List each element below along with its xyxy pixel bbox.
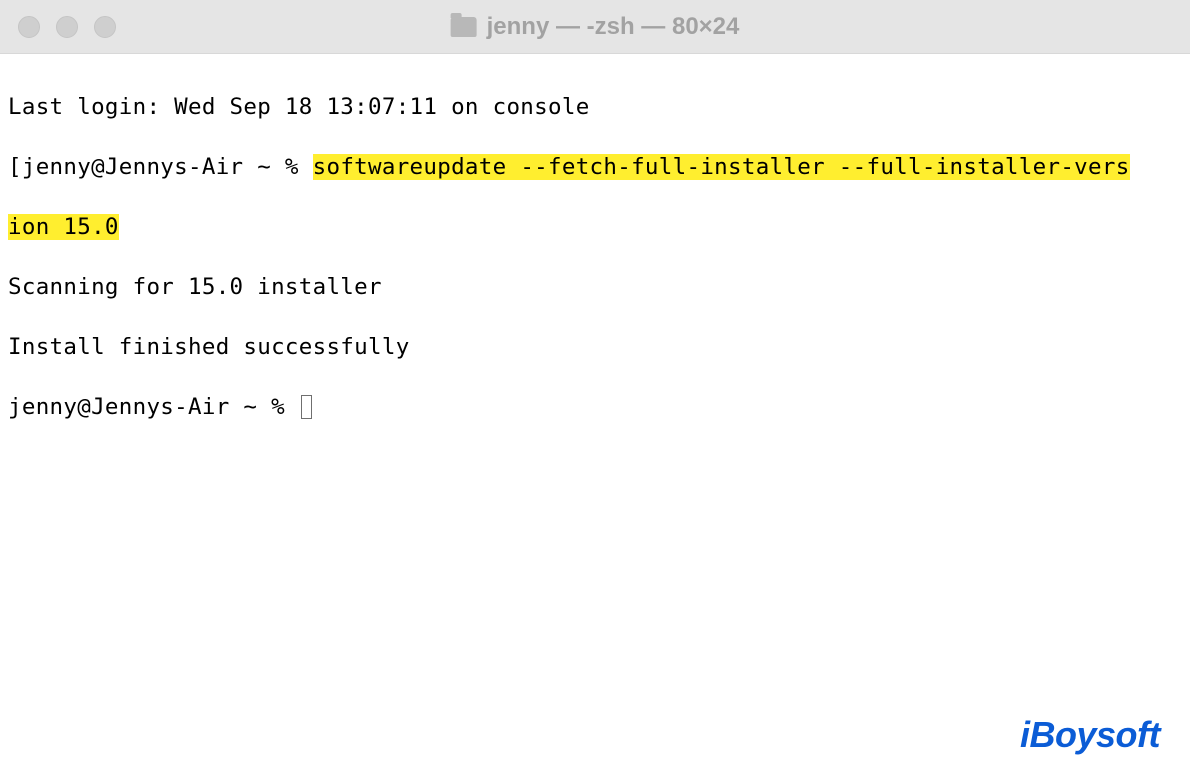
watermark-logo: iBoysoft <box>1020 714 1160 756</box>
folder-icon <box>451 17 477 37</box>
window-title: jenny — -zsh — 80×24 <box>487 13 740 41</box>
traffic-lights <box>18 16 116 38</box>
terminal-highlighted-command-part1: softwareupdate --fetch-full-installer --… <box>313 154 1130 180</box>
terminal-content[interactable]: Last login: Wed Sep 18 13:07:11 on conso… <box>0 54 1190 460</box>
terminal-line-scanning: Scanning for 15.0 installer <box>8 272 1182 302</box>
window-title-container: jenny — -zsh — 80×24 <box>451 13 740 41</box>
terminal-highlighted-command-part2: ion 15.0 <box>8 214 119 240</box>
minimize-button[interactable] <box>56 16 78 38</box>
terminal-cursor <box>301 395 312 419</box>
terminal-line-prompt: jenny@Jennys-Air ~ % <box>8 392 1182 422</box>
terminal-line-last-login: Last login: Wed Sep 18 13:07:11 on conso… <box>8 92 1182 122</box>
terminal-line-command-wrap: ion 15.0 <box>8 212 1182 242</box>
close-button[interactable] <box>18 16 40 38</box>
terminal-prompt-2: jenny@Jennys-Air ~ % <box>8 394 299 420</box>
terminal-line-finished: Install finished successfully <box>8 332 1182 362</box>
terminal-prompt: [jenny@Jennys-Air ~ % <box>8 154 313 180</box>
terminal-line-command: [jenny@Jennys-Air ~ % softwareupdate --f… <box>8 152 1182 182</box>
zoom-button[interactable] <box>94 16 116 38</box>
window-titlebar: jenny — -zsh — 80×24 <box>0 0 1190 54</box>
